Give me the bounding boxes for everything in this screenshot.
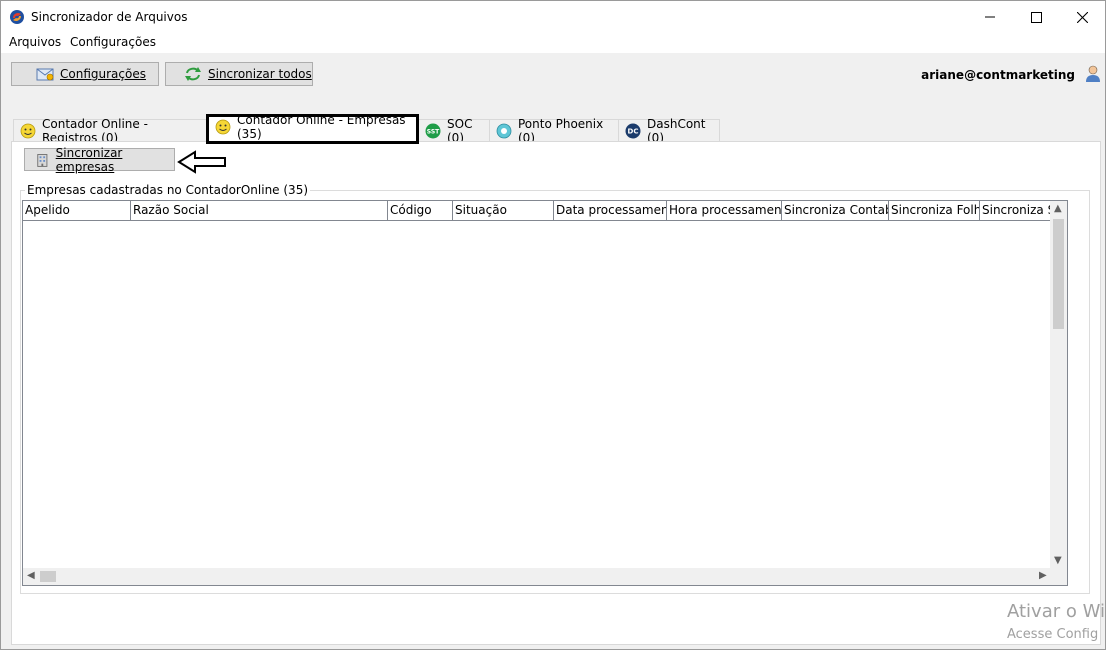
vertical-scroll-thumb[interactable] xyxy=(1053,219,1064,329)
activation-watermark-subtitle: Acesse Config xyxy=(1007,627,1099,642)
column-header-sincroniza-contabil[interactable]: Sincroniza Contabil xyxy=(782,201,889,220)
vertical-scrollbar[interactable]: ▲ ▼ xyxy=(1050,201,1067,570)
minimize-button[interactable] xyxy=(967,1,1013,33)
smiley-icon xyxy=(20,123,36,138)
scroll-left-icon[interactable]: ◀ xyxy=(27,570,35,581)
tab-soc[interactable]: SST SOC (0) xyxy=(418,117,490,145)
column-header-apelido[interactable]: Apelido xyxy=(23,201,131,220)
tab-empresas-label: Contador Online - Empresas (35) xyxy=(237,113,406,141)
user-email: ariane@contmarketing xyxy=(921,68,1075,82)
column-header-data-processamento[interactable]: Data processamento xyxy=(554,201,667,220)
window-title: Sincronizador de Arquivos xyxy=(31,10,188,24)
sst-icon: SST xyxy=(425,123,441,138)
left-arrow-icon xyxy=(177,150,226,174)
column-header-codigo[interactable]: Código xyxy=(388,201,453,220)
toolbar: Configurações Sincronizar todos ariane@c… xyxy=(1,53,1105,97)
scroll-corner xyxy=(1050,568,1067,585)
smiley-icon xyxy=(215,119,231,135)
close-button[interactable] xyxy=(1059,1,1105,33)
groupbox-title: Empresas cadastradas no ContadorOnline (… xyxy=(25,183,311,197)
sincronizar-todos-label: Sincronizar todos xyxy=(208,67,312,81)
title-bar: Sincronizador de Arquivos xyxy=(1,1,1105,33)
column-header-hora-processamento[interactable]: Hora processamento xyxy=(667,201,782,220)
column-header-sincroniza-folha[interactable]: Sincroniza Folha xyxy=(889,201,980,220)
horizontal-scrollbar[interactable]: ◀ ▶ xyxy=(23,568,1052,585)
scroll-down-icon[interactable]: ▼ xyxy=(1054,555,1062,566)
empresas-grid[interactable]: Apelido Razão Social Código Situação Dat… xyxy=(22,200,1068,586)
grid-header: Apelido Razão Social Código Situação Dat… xyxy=(23,201,1052,221)
settings-envelope-icon xyxy=(36,68,54,81)
sincronizar-empresas-label: Sincronizar empresas xyxy=(55,145,123,174)
user-icon[interactable] xyxy=(1085,65,1101,83)
sincronizar-todos-button[interactable]: Sincronizar todos xyxy=(165,62,313,86)
svg-text:SST: SST xyxy=(427,128,440,135)
column-header-situacao[interactable]: Situação xyxy=(453,201,554,220)
menu-bar: Arquivos Configurações xyxy=(1,33,1105,53)
scroll-up-icon[interactable]: ▲ xyxy=(1054,203,1062,214)
dc-icon: DC xyxy=(625,123,641,138)
tab-empresas[interactable]: Contador Online - Empresas (35) xyxy=(206,113,419,144)
svg-text:DC: DC xyxy=(628,127,639,135)
configuracoes-label: Configurações xyxy=(60,67,146,81)
phoenix-icon xyxy=(496,123,512,138)
minimize-icon xyxy=(985,16,995,18)
tab-ponto-phoenix[interactable]: Ponto Phoenix (0) xyxy=(489,117,619,145)
tab-panel-empresas: Sincronizar empresas Empresas cadastrada… xyxy=(11,141,1101,645)
building-icon xyxy=(37,153,48,167)
tab-registros[interactable]: Contador Online - Registros (0) xyxy=(13,117,207,145)
sincronizar-empresas-button[interactable]: Sincronizar empresas xyxy=(24,145,175,174)
column-header-razao-social[interactable]: Razão Social xyxy=(131,201,388,220)
tab-dashcont[interactable]: DC DashCont (0) xyxy=(618,117,720,145)
app-window: Sincronizador de Arquivos Arquivos Confi… xyxy=(0,0,1106,650)
app-logo-icon xyxy=(10,10,24,24)
activation-watermark-title: Ativar o Wi xyxy=(1007,601,1105,622)
horizontal-scroll-thumb[interactable] xyxy=(40,571,56,582)
scroll-right-icon[interactable]: ▶ xyxy=(1039,570,1047,581)
configuracoes-button[interactable]: Configurações xyxy=(11,62,159,86)
maximize-icon xyxy=(1030,11,1042,23)
close-icon xyxy=(1076,11,1088,23)
column-header-sincroniza-ss[interactable]: Sincroniza SS xyxy=(980,201,1052,220)
menu-configuracoes[interactable]: Configurações xyxy=(70,35,156,49)
menu-arquivos[interactable]: Arquivos xyxy=(9,35,61,49)
maximize-button[interactable] xyxy=(1013,1,1059,33)
sync-icon xyxy=(185,67,201,81)
tab-area: Contador Online - Registros (0) Contador… xyxy=(1,97,1105,649)
